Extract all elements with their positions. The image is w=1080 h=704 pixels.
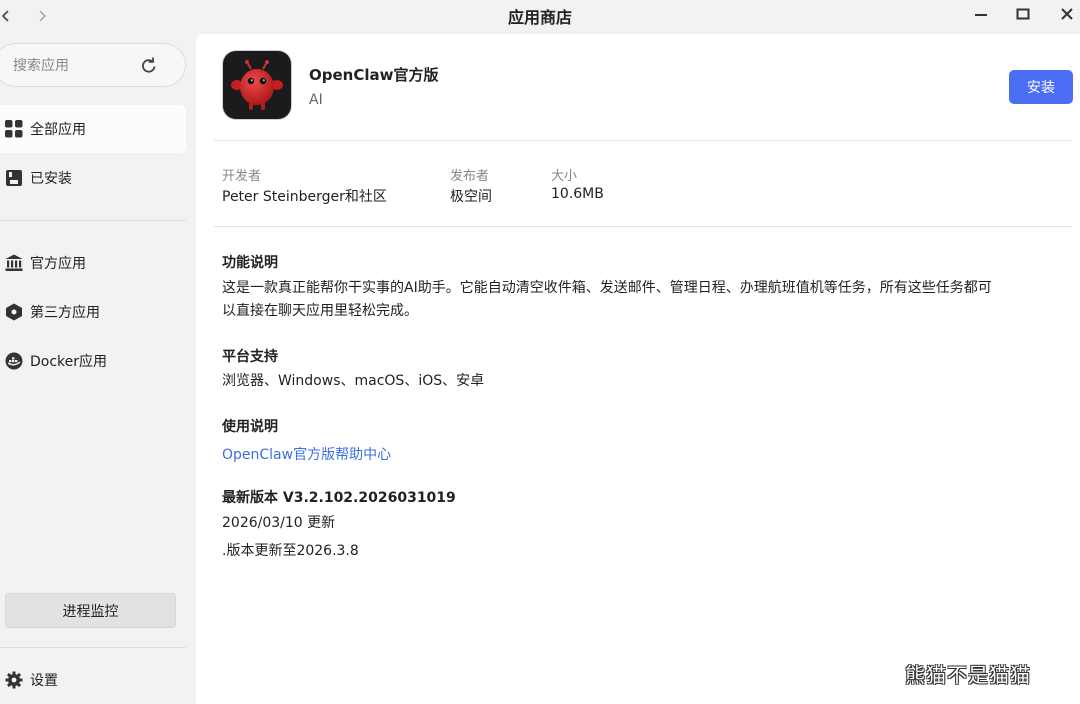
sidebar-divider	[0, 220, 186, 221]
settings-label: 设置	[30, 673, 58, 689]
sidebar-item-label: 已安装	[30, 171, 72, 187]
refresh-button[interactable]	[137, 54, 161, 78]
version-title: 最新版本 V3.2.102.2026031019	[222, 490, 456, 506]
update-date: 2026/03/10 更新	[222, 515, 336, 531]
publisher-value: 极空间	[450, 189, 492, 205]
usage-title: 使用说明	[222, 419, 278, 435]
maximize-icon	[1016, 8, 1030, 20]
description-title: 功能说明	[222, 255, 278, 271]
description-line-2: 以直接在聊天应用里轻松完成。	[222, 303, 418, 319]
sidebar-item-all-apps[interactable]: 全部应用	[0, 105, 186, 153]
app-name: OpenClaw官方版	[309, 66, 439, 84]
description-line-1: 这是一款真正能帮你干实事的AI助手。它能自动清空收件箱、发送邮件、管理日程、办理…	[222, 280, 992, 296]
publisher-label: 发布者	[450, 169, 490, 184]
sidebar-item-official-apps[interactable]: 官方应用	[0, 239, 186, 287]
maximize-button[interactable]	[1009, 2, 1037, 26]
sidebar-item-label: Docker应用	[30, 354, 108, 370]
app-logo-icon	[223, 51, 291, 119]
sidebar-divider	[0, 647, 186, 648]
search-input[interactable]	[13, 54, 133, 78]
watermark-text: 熊猫不是猫猫	[905, 663, 1031, 687]
sidebar-item-settings[interactable]: 设置	[0, 664, 186, 696]
installed-icon	[0, 169, 30, 187]
gear-icon	[0, 671, 30, 689]
process-monitor-button[interactable]: 进程监控	[5, 593, 176, 628]
forward-button[interactable]	[30, 4, 54, 28]
third-party-icon	[0, 303, 30, 321]
install-button[interactable]: 安装	[1009, 70, 1073, 104]
developer-label: 开发者	[222, 169, 262, 184]
sidebar: 全部应用 已安装 官方应用	[0, 34, 196, 704]
search-box	[0, 43, 186, 87]
sidebar-item-label: 官方应用	[30, 256, 86, 272]
back-button[interactable]	[0, 4, 18, 28]
app-store-window: 应用商店 搜索应用 全部应用 已安装 官方应用 第三方应用 Docker应用 进…	[0, 0, 1080, 704]
chevron-right-icon	[39, 10, 47, 22]
platform-text: 浏览器、Windows、macOS、iOS、安卓	[222, 373, 485, 389]
docker-icon	[0, 352, 30, 370]
platform-title: 平台支持	[222, 349, 278, 365]
app-detail-panel: OpenClaw官方版 AI 安装 开发者 Peter Steinberger和…	[196, 34, 1080, 704]
update-note: .版本更新至2026.3.8	[222, 543, 359, 559]
sidebar-item-installed[interactable]: 已安装	[0, 154, 186, 202]
size-label: 大小	[551, 169, 578, 184]
sidebar-item-label: 第三方应用	[30, 305, 100, 321]
sidebar-item-docker-apps[interactable]: Docker应用	[0, 337, 186, 385]
grid-icon	[0, 120, 30, 138]
header-divider	[214, 140, 1072, 141]
window-title: 应用商店	[507, 8, 572, 27]
size-value: 10.6MB	[551, 186, 604, 202]
refresh-icon	[142, 57, 156, 73]
title-bar: 应用商店	[0, 0, 1080, 34]
sidebar-item-third-party-apps[interactable]: 第三方应用	[0, 288, 186, 336]
help-center-link[interactable]: OpenClaw官方版帮助中心	[222, 444, 391, 464]
minimize-button[interactable]	[967, 2, 995, 26]
chevron-left-icon	[1, 10, 9, 22]
close-button[interactable]	[1053, 2, 1080, 26]
sidebar-item-label: 全部应用	[30, 122, 86, 138]
minimize-icon	[975, 14, 987, 16]
close-icon	[1061, 8, 1073, 20]
developer-value: Peter Steinberger和社区	[222, 189, 387, 205]
app-category: AI	[309, 92, 323, 108]
meta-divider	[214, 226, 1072, 227]
bank-icon	[0, 254, 30, 272]
